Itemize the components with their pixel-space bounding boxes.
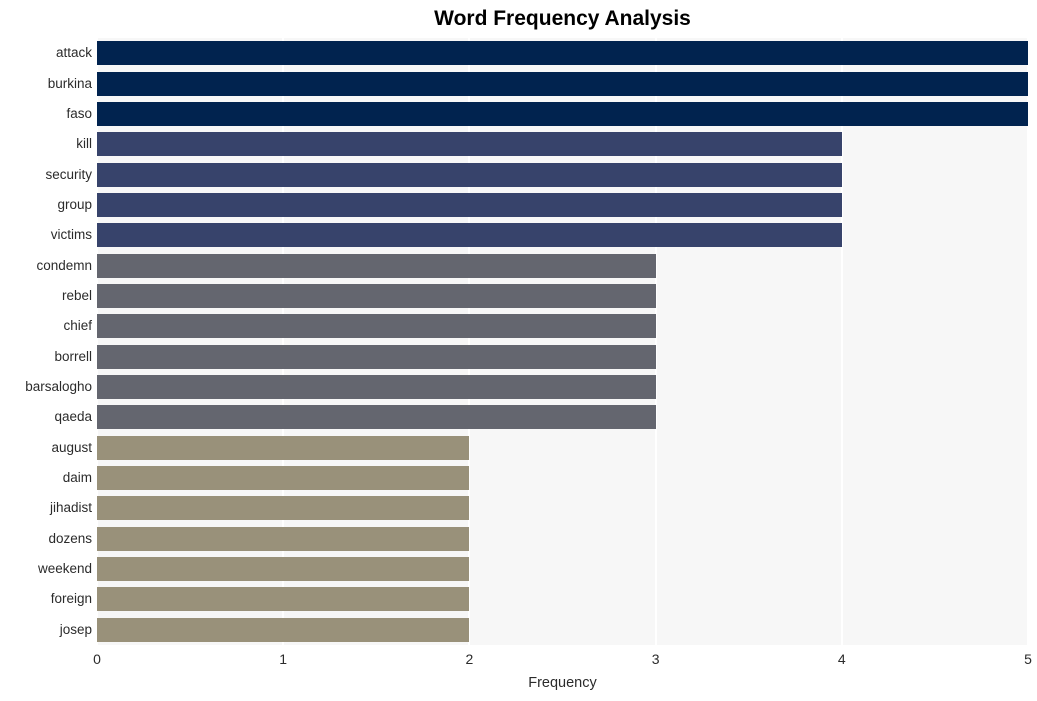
y-tick-label: daim	[62, 470, 92, 486]
y-tick-label: faso	[66, 105, 92, 121]
bar[interactable]	[97, 71, 1028, 96]
x-tick-label: 0	[93, 651, 101, 667]
gridline-x-5	[1027, 38, 1028, 645]
y-tick-label: group	[57, 196, 92, 212]
y-tick-label: foreign	[50, 591, 92, 607]
y-tick-label: josep	[59, 621, 92, 637]
bar[interactable]	[97, 375, 656, 400]
bar[interactable]	[97, 526, 470, 551]
x-tick-label: 3	[651, 651, 660, 667]
y-tick-label: security	[45, 166, 92, 182]
gridline-x-3	[654, 38, 657, 645]
bar[interactable]	[97, 192, 842, 217]
bar[interactable]	[97, 617, 470, 642]
bar[interactable]	[97, 435, 470, 460]
page-title: Word Frequency Analysis	[434, 7, 691, 30]
x-axis-title: Frequency	[528, 675, 597, 691]
bar[interactable]	[97, 496, 470, 521]
y-tick-label: weekend	[37, 561, 92, 577]
y-tick-label: qaeda	[54, 409, 92, 425]
gridline-x-4	[840, 38, 843, 645]
bar[interactable]	[97, 314, 656, 339]
bar[interactable]	[97, 283, 656, 308]
bar[interactable]	[97, 344, 656, 369]
y-tick-label: jihadist	[49, 500, 92, 516]
y-tick-label: august	[51, 439, 92, 455]
gridline-x-2	[468, 38, 471, 645]
bar[interactable]	[97, 466, 470, 491]
plot-area	[97, 38, 1028, 645]
y-tick-label: attack	[55, 45, 92, 61]
bar[interactable]	[97, 587, 470, 612]
y-tick-label: borrell	[54, 348, 92, 364]
bar[interactable]	[97, 132, 842, 157]
bar[interactable]	[97, 162, 842, 187]
x-tick-label: 2	[465, 651, 474, 667]
bar[interactable]	[97, 101, 1028, 126]
y-tick-label: victims	[50, 227, 92, 243]
x-tick-label: 4	[837, 651, 846, 667]
y-tick-label: chief	[63, 318, 92, 334]
bar[interactable]	[97, 405, 656, 430]
bar[interactable]	[97, 223, 842, 248]
y-tick-label: kill	[76, 136, 92, 152]
x-tick-label: 5	[1024, 651, 1032, 667]
bar[interactable]	[97, 253, 656, 278]
bar[interactable]	[97, 41, 1028, 66]
x-tick-label: 1	[279, 651, 288, 667]
y-tick-label: rebel	[61, 287, 92, 303]
y-tick-label: barsalogho	[25, 379, 92, 395]
gridline-x-0	[97, 38, 98, 645]
y-tick-label: burkina	[47, 75, 92, 91]
y-tick-label: dozens	[48, 530, 92, 546]
gridline-x-1	[282, 38, 285, 645]
bar[interactable]	[97, 557, 470, 582]
y-tick-label: condemn	[36, 257, 92, 273]
chart-figure: Word Frequency Analysis attack burkina fas…	[0, 0, 1037, 701]
